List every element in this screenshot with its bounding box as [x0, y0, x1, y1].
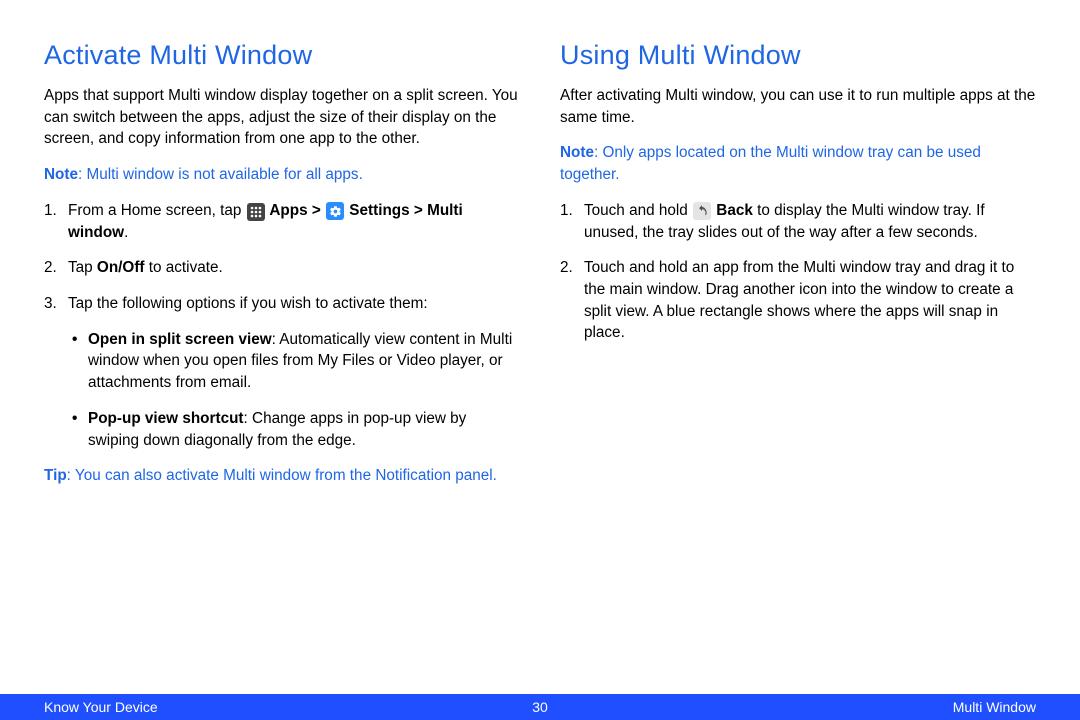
back-icon: [693, 202, 711, 220]
note-right: Note: Only apps located on the Multi win…: [560, 142, 1036, 185]
heading-using: Using Multi Window: [560, 40, 1036, 71]
step2-a: Tap: [68, 259, 97, 276]
step2-b: On/Off: [97, 259, 145, 276]
note-left: Note: Multi window is not available for …: [44, 164, 520, 186]
tip-label: Tip: [44, 467, 67, 484]
step1-end: .: [124, 224, 128, 241]
step-r1-b: Back: [712, 202, 753, 219]
step2-c: to activate.: [145, 259, 223, 276]
settings-icon: [326, 202, 344, 220]
intro-right: After activating Multi window, you can u…: [560, 85, 1036, 128]
footer-page-number: 30: [532, 699, 548, 715]
bullet2-label: Pop-up view shortcut: [88, 410, 244, 427]
step-1: From a Home screen, tap Apps > Settings …: [44, 200, 520, 243]
steps-list-left: From a Home screen, tap Apps > Settings …: [44, 200, 520, 451]
heading-activate: Activate Multi Window: [44, 40, 520, 71]
footer-left: Know Your Device: [44, 699, 158, 715]
manual-page: Activate Multi Window Apps that support …: [0, 0, 1080, 720]
step-r1: Touch and hold Back to display the Multi…: [560, 200, 1036, 243]
bullet-popup-shortcut: Pop-up view shortcut: Change apps in pop…: [68, 408, 520, 451]
page-footer: Know Your Device 30 Multi Window: [0, 694, 1080, 720]
steps-list-right: Touch and hold Back to display the Multi…: [560, 200, 1036, 344]
step-2: Tap On/Off to activate.: [44, 257, 520, 279]
step-r2: Touch and hold an app from the Multi win…: [560, 257, 1036, 344]
right-column: Using Multi Window After activating Mult…: [560, 40, 1036, 680]
apps-icon: [247, 203, 265, 221]
note-text: : Multi window is not available for all …: [78, 166, 363, 183]
step-r1-a: Touch and hold: [584, 202, 692, 219]
bullet-open-split: Open in split screen view: Automatically…: [68, 329, 520, 394]
footer-right: Multi Window: [953, 699, 1036, 715]
sub-bullets: Open in split screen view: Automatically…: [68, 329, 520, 452]
intro-paragraph: Apps that support Multi window display t…: [44, 85, 520, 150]
step-3: Tap the following options if you wish to…: [44, 293, 520, 451]
two-column-layout: Activate Multi Window Apps that support …: [44, 40, 1036, 680]
bullet1-label: Open in split screen view: [88, 331, 272, 348]
note-label-right: Note: [560, 144, 594, 161]
tip-text: : You can also activate Multi window fro…: [67, 467, 497, 484]
step1-text-a: From a Home screen, tap: [68, 202, 246, 219]
left-column: Activate Multi Window Apps that support …: [44, 40, 520, 680]
step-r2-text: Touch and hold an app from the Multi win…: [584, 259, 1014, 341]
step3-text: Tap the following options if you wish to…: [68, 295, 428, 312]
tip-left: Tip: You can also activate Multi window …: [44, 465, 520, 487]
note-label: Note: [44, 166, 78, 183]
note-text-right: : Only apps located on the Multi window …: [560, 144, 981, 183]
step1-apps-label: Apps >: [266, 202, 325, 219]
